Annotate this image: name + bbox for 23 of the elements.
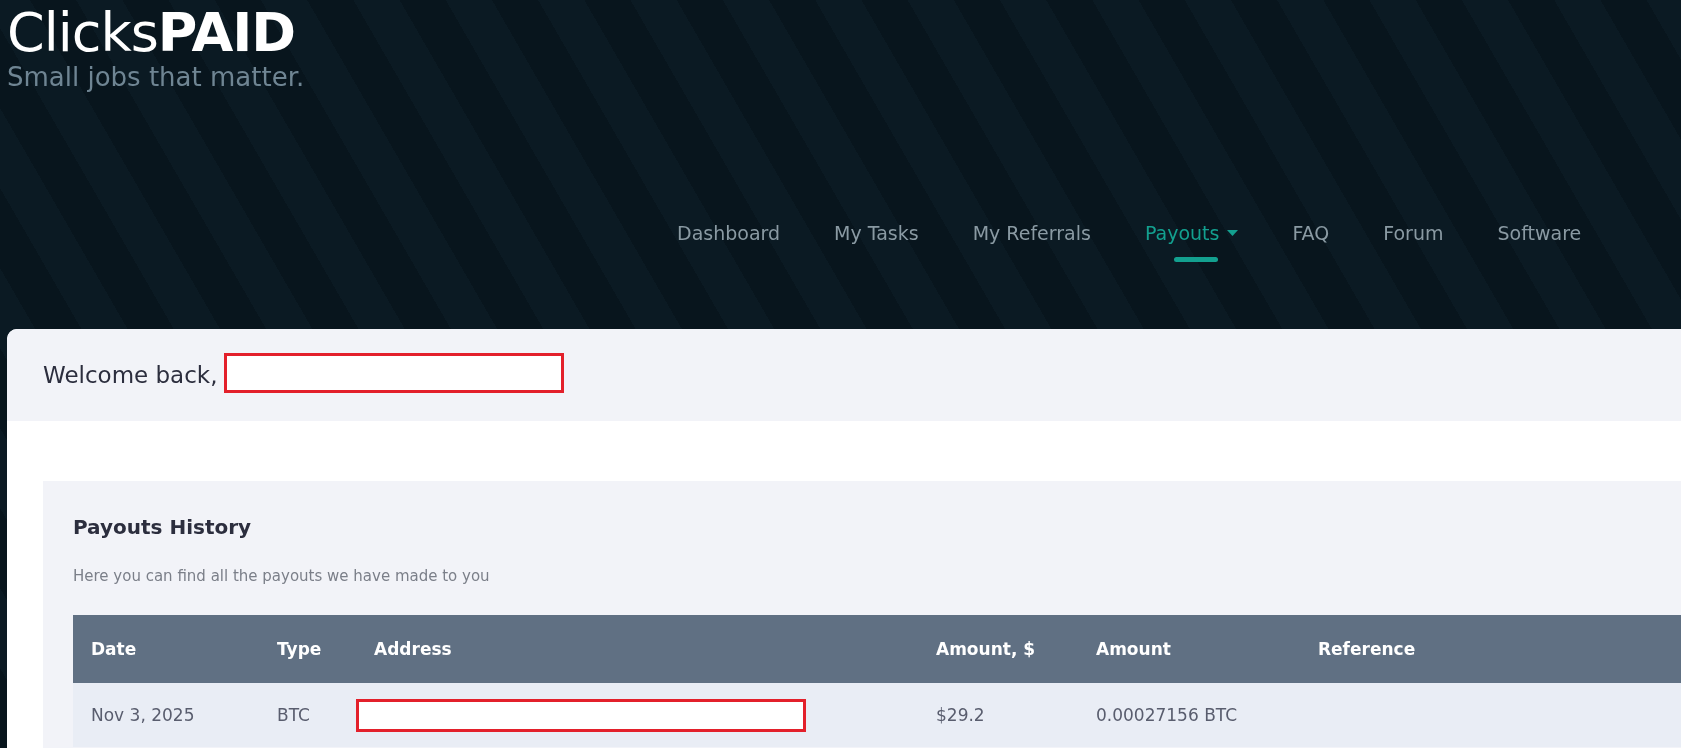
section-title: Payouts History [73,515,253,539]
nav-link[interactable]: Software [1470,216,1609,250]
nav-link[interactable]: Forum [1356,216,1471,250]
table-cell: $29.2 [918,683,1078,747]
column-header: Amount, $ [918,615,1078,683]
section-subtitle: Here you can find all the payouts we have made to you [73,567,491,585]
active-indicator [1173,257,1218,262]
nav-link[interactable]: Payouts [1117,216,1266,250]
table-cell: Nov 3, 2025 [73,683,259,747]
nav-link[interactable]: My Tasks [807,216,946,250]
table-cell: BTC [259,683,356,747]
column-header: Date [73,615,259,683]
logo[interactable]: ClicksPAID [0,0,296,62]
nav-link[interactable]: My Referrals [945,216,1118,250]
column-header: Type [259,615,356,683]
column-header: Reference [1300,615,1681,683]
welcome-text: Welcome back, [43,362,218,388]
tagline: Small jobs that matter. [7,62,305,92]
column-header: Amount [1078,615,1300,683]
column-header: Address [356,615,918,683]
nav-link[interactable]: FAQ [1265,216,1357,250]
nav-link[interactable]: Dashboard [650,216,808,250]
table-cell: 0.00027156 BTC [1078,683,1300,747]
